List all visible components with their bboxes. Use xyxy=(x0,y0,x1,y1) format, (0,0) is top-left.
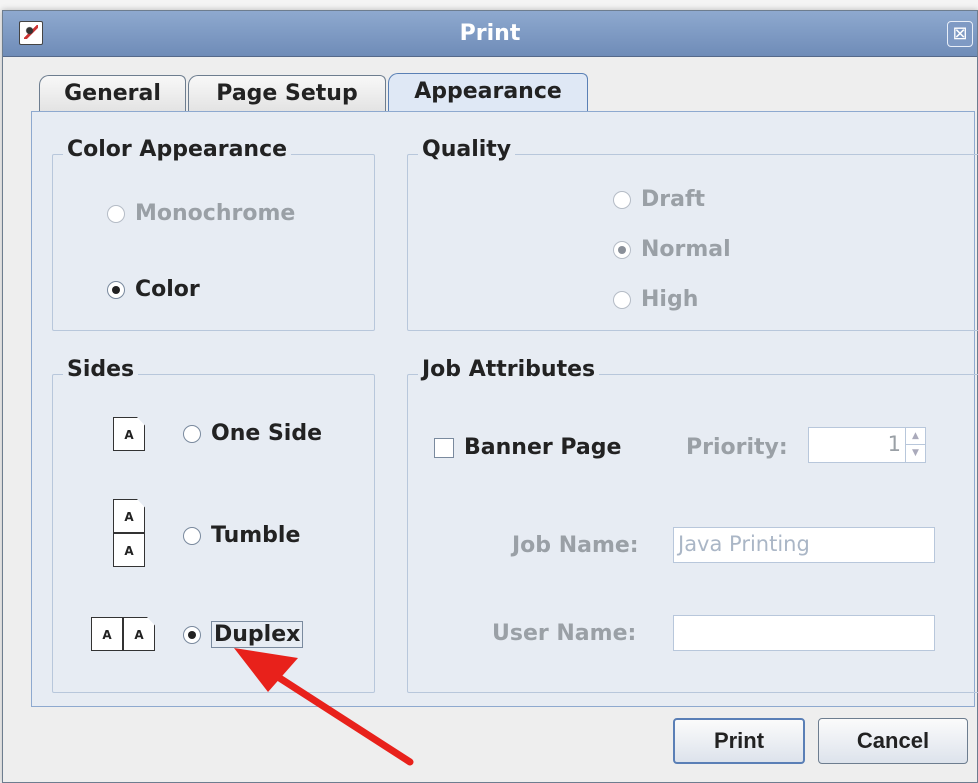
red-annotation-arrow xyxy=(234,648,414,766)
tumble-radio-button xyxy=(183,526,201,545)
user-name-field[interactable] xyxy=(673,615,935,651)
banner-page-checkbox[interactable]: Banner Page xyxy=(434,435,621,460)
monochrome-radio-button xyxy=(107,204,125,223)
color-radio-button xyxy=(107,280,125,299)
priority-spinner[interactable]: 1 ▲ ▼ xyxy=(808,427,926,463)
color-label: Color xyxy=(135,277,200,302)
draft-label: Draft xyxy=(641,187,706,212)
color-radio[interactable]: Color xyxy=(107,277,200,302)
normal-radio[interactable]: Normal xyxy=(613,237,731,262)
one-side-page-icon: A xyxy=(113,417,147,453)
tumble-page-letter-top: A xyxy=(113,499,145,533)
priority-value: 1 xyxy=(887,432,901,456)
draft-radio-button xyxy=(613,190,631,209)
color-appearance-group: Color Appearance Monochrome Color xyxy=(52,137,375,331)
banner-page-checkbox-box xyxy=(434,437,454,458)
duplex-pages-icon: A A xyxy=(91,617,157,653)
arrow-shaft xyxy=(260,664,414,766)
job-name-field[interactable]: Java Printing xyxy=(673,527,935,563)
tab-general[interactable]: General xyxy=(39,75,186,113)
color-appearance-title: Color Appearance xyxy=(63,137,292,162)
priority-spin-buttons[interactable]: ▲ ▼ xyxy=(905,428,925,462)
duplex-radio-button xyxy=(183,625,201,644)
tumble-label: Tumble xyxy=(211,523,301,548)
job-attributes-group: Job Attributes Banner Page Priority: 1 ▲… xyxy=(407,357,978,693)
tab-page-setup-label: Page Setup xyxy=(216,81,358,106)
one-side-radio-button xyxy=(183,424,201,443)
print-button[interactable]: Print xyxy=(673,718,805,764)
print-dialog: Print ⊠ General Page Setup Appearance Co… xyxy=(2,10,978,783)
one-side-page-letter: A xyxy=(113,417,145,451)
high-radio-button xyxy=(613,290,631,309)
normal-radio-button xyxy=(613,240,631,259)
monochrome-label: Monochrome xyxy=(135,201,296,226)
quality-title: Quality xyxy=(418,137,516,162)
priority-label: Priority: xyxy=(686,435,788,460)
duplex-page-letter-left: A xyxy=(91,617,123,651)
close-button[interactable]: ⊠ xyxy=(947,21,973,47)
tumble-radio[interactable]: Tumble xyxy=(183,523,300,548)
high-label: High xyxy=(641,287,699,312)
appearance-panel: Color Appearance Monochrome Color Qualit… xyxy=(31,111,978,707)
tumble-page-letter-bottom: A xyxy=(113,533,145,567)
job-name-label: Job Name: xyxy=(512,533,639,558)
job-attributes-title: Job Attributes xyxy=(418,357,600,382)
user-name-label: User Name: xyxy=(492,621,637,646)
draft-radio[interactable]: Draft xyxy=(613,187,705,212)
one-side-radio[interactable]: One Side xyxy=(183,421,322,446)
tab-page-setup[interactable]: Page Setup xyxy=(188,75,386,113)
spin-up-icon[interactable]: ▲ xyxy=(906,428,925,445)
spin-down-icon[interactable]: ▼ xyxy=(906,445,925,462)
normal-label: Normal xyxy=(641,237,731,262)
banner-page-label: Banner Page xyxy=(464,435,622,460)
sides-title: Sides xyxy=(63,357,139,382)
high-radio[interactable]: High xyxy=(613,287,698,312)
duplex-page-letter-right: A xyxy=(123,617,155,651)
tab-appearance[interactable]: Appearance xyxy=(388,73,588,113)
title-bar[interactable]: Print ⊠ xyxy=(3,11,977,57)
one-side-label: One Side xyxy=(211,421,322,446)
window-title: Print xyxy=(459,21,521,46)
cancel-button[interactable]: Cancel xyxy=(818,718,968,764)
tumble-pages-icon: A A xyxy=(113,499,147,571)
tab-appearance-label: Appearance xyxy=(414,79,562,104)
tab-general-label: General xyxy=(64,81,161,106)
quality-group: Quality Draft Normal High xyxy=(407,137,978,331)
monochrome-radio[interactable]: Monochrome xyxy=(107,201,295,226)
